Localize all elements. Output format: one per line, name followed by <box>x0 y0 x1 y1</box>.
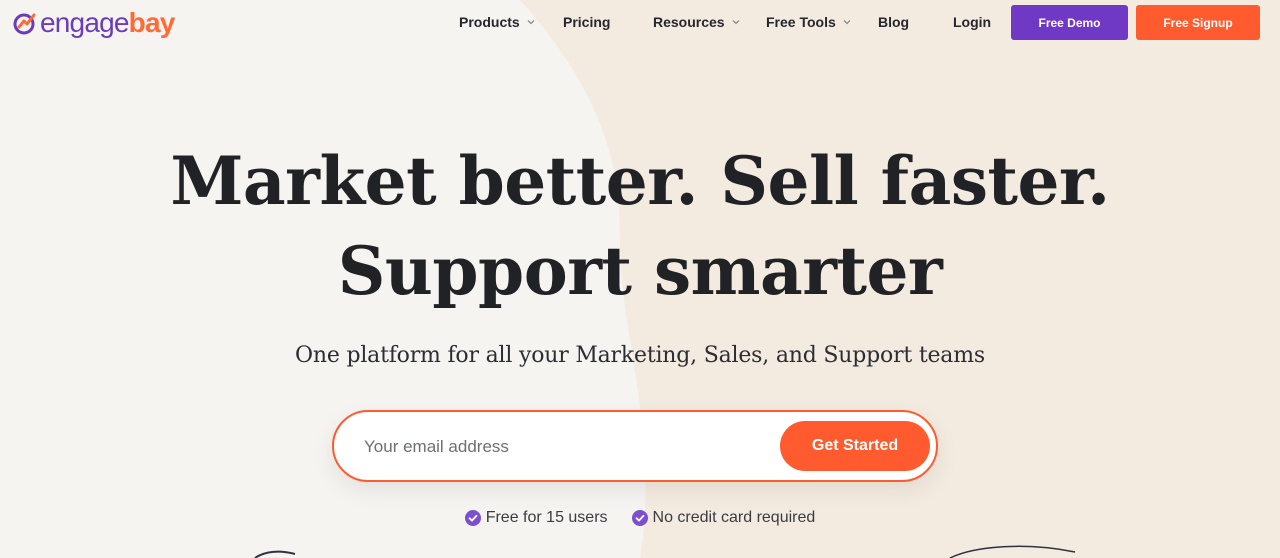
perks-list: Free for 15 users No credit card require… <box>0 506 1280 530</box>
nav-item-pricing[interactable]: Pricing <box>563 14 610 30</box>
nav-item-label: Free Tools <box>766 14 836 30</box>
logo-wordmark: engage bay <box>40 9 175 37</box>
decorative-curve-left <box>254 550 296 558</box>
free-signup-button[interactable]: Free Signup <box>1136 5 1260 40</box>
nav-item-label: Blog <box>878 14 910 30</box>
hero-subtitle: One platform for all your Marketing, Sal… <box>295 343 985 368</box>
chevron-down-icon <box>732 20 740 25</box>
nav-item-label: Resources <box>653 14 725 30</box>
chevron-down-icon <box>843 20 851 25</box>
check-circle-icon <box>631 510 648 526</box>
logo-text-bay: bay <box>128 7 176 38</box>
perk-free-users: Free for 15 users <box>464 506 608 530</box>
nav-item-free-tools[interactable]: Free Tools <box>766 14 852 30</box>
perk-label: No credit card required <box>652 509 816 526</box>
nav-item-resources[interactable]: Resources <box>653 14 741 30</box>
engagebay-logo-mark-icon <box>13 13 36 35</box>
nav-item-blog[interactable]: Blog <box>878 14 909 30</box>
hero-title-line-2: Support smarter <box>337 232 943 310</box>
nav-item-label: Products <box>459 14 520 30</box>
hero-title: Market better. Sell faster. Support smar… <box>0 136 1280 316</box>
logo-text-engage: engage <box>40 7 129 38</box>
email-input[interactable] <box>362 428 766 466</box>
check-circle-icon <box>464 510 481 526</box>
nav-item-products[interactable]: Products <box>459 14 536 30</box>
decorative-curve-right <box>949 545 1076 558</box>
perk-no-credit-card: No credit card required <box>631 506 816 530</box>
nav-item-label: Pricing <box>563 14 611 30</box>
top-navigation: engage bay Products Pricing Resources Fre… <box>0 0 1280 48</box>
nav-item-label: Login <box>953 14 992 30</box>
perk-label: Free for 15 users <box>485 509 608 526</box>
free-demo-button[interactable]: Free Demo <box>1011 5 1128 40</box>
hero-title-line-1: Market better. Sell faster. <box>170 142 1110 220</box>
signup-form: Get Started <box>332 410 938 482</box>
brand-logo[interactable]: engage bay <box>12 6 175 40</box>
get-started-button[interactable]: Get Started <box>780 421 930 471</box>
nav-item-login[interactable]: Login <box>953 14 991 30</box>
chevron-down-icon <box>527 20 535 25</box>
